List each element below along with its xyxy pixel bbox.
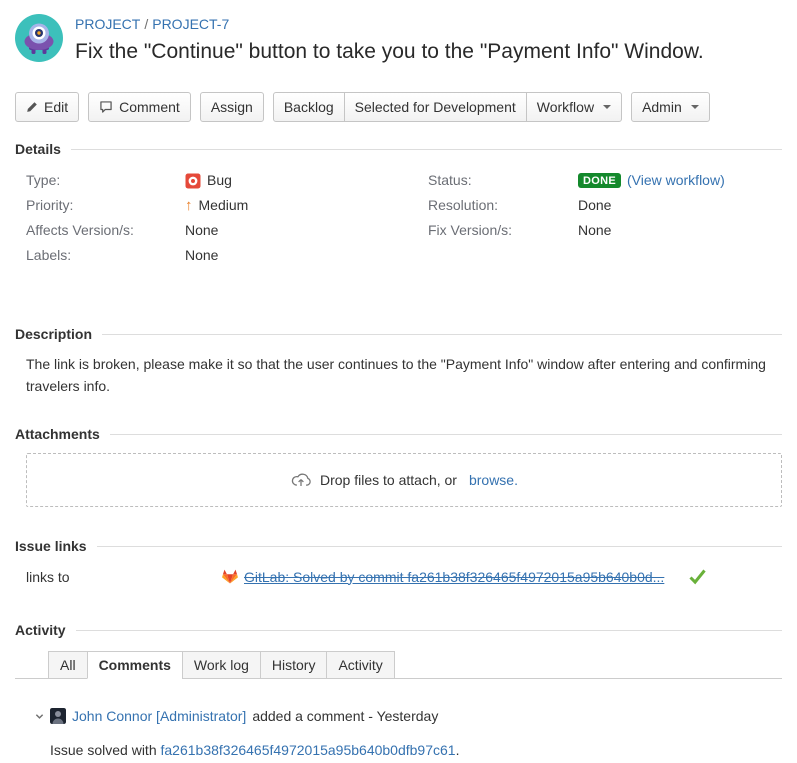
project-avatar: [15, 14, 63, 62]
edit-button[interactable]: Edit: [15, 92, 79, 122]
heading-rule: [102, 334, 782, 335]
comment-item: John Connor [Administrator] added a comm…: [35, 707, 782, 760]
issue-links-heading: Issue links: [15, 538, 782, 554]
comment-button-label: Comment: [119, 99, 180, 115]
selected-for-development-label: Selected for Development: [355, 99, 516, 115]
issue-link-row: links to GitLab: Solved by commit fa261b…: [26, 568, 782, 585]
comment-body: Issue solved with fa261b38f326465f497201…: [50, 740, 782, 760]
comment-header: John Connor [Administrator] added a comm…: [35, 707, 782, 725]
collapse-chevron-icon[interactable]: [35, 712, 44, 721]
selected-for-development-button[interactable]: Selected for Development: [344, 92, 527, 122]
description-text: The link is broken, please make it so th…: [26, 353, 778, 397]
workflow-button-group: Backlog Selected for Development Workflo…: [273, 92, 622, 122]
tab-history[interactable]: History: [260, 651, 328, 679]
status-label: Status:: [428, 168, 578, 193]
detail-row-affects-version: Affects Version/s: None: [26, 218, 428, 243]
breadcrumb-separator: /: [144, 16, 148, 32]
page-title: Fix the "Continue" button to take you to…: [75, 38, 704, 66]
resolution-label: Resolution:: [428, 193, 578, 218]
comment-text-suffix: .: [456, 742, 460, 758]
details-module: Details Type: Bug Priority: ↑ Medium Aff…: [15, 141, 782, 268]
labels-value: None: [185, 243, 218, 268]
dropzone-text: Drop files to attach, or: [320, 472, 457, 488]
browse-link[interactable]: browse.: [469, 472, 518, 488]
description-heading: Description: [15, 326, 782, 342]
heading-rule: [110, 434, 782, 435]
upload-cloud-icon: [290, 469, 312, 491]
detail-row-status: Status: DONE (View workflow): [428, 168, 782, 193]
attachments-module: Attachments Drop files to attach, or bro…: [15, 426, 782, 507]
affects-version-label: Affects Version/s:: [26, 218, 185, 243]
details-heading: Details: [15, 141, 782, 157]
gitlab-commit-link[interactable]: GitLab: Solved by commit fa261b38f326465…: [244, 569, 664, 585]
edit-button-label: Edit: [44, 99, 68, 115]
heading-rule: [71, 149, 782, 150]
bug-icon: [185, 173, 201, 189]
gitlab-icon: [222, 569, 238, 584]
comment-author-link[interactable]: John Connor [Administrator]: [72, 707, 246, 725]
activity-heading: Activity: [15, 622, 782, 638]
breadcrumb-project-link[interactable]: PROJECT: [75, 16, 140, 32]
issue-header: PROJECT/PROJECT-7 Fix the "Continue" but…: [15, 14, 782, 66]
view-workflow-link[interactable]: (View workflow): [627, 168, 725, 193]
attachments-heading: Attachments: [15, 426, 782, 442]
heading-rule: [76, 630, 782, 631]
admin-dropdown-button[interactable]: Admin: [631, 92, 710, 122]
detail-row-type: Type: Bug: [26, 168, 428, 193]
type-value: Bug: [207, 168, 232, 193]
tab-work-log[interactable]: Work log: [182, 651, 261, 679]
issue-links-module: Issue links links to GitLab: Solved by c…: [15, 538, 782, 585]
heading-rule: [97, 546, 782, 547]
admin-button-label: Admin: [642, 99, 682, 115]
attachment-dropzone[interactable]: Drop files to attach, or browse.: [26, 453, 782, 507]
commit-hash-link[interactable]: fa261b38f326465f4972015a95b640b0dfb97c61: [161, 742, 456, 758]
detail-row-fix-version: Fix Version/s: None: [428, 218, 782, 243]
fix-version-label: Fix Version/s:: [428, 218, 578, 243]
priority-value: Medium: [199, 193, 249, 218]
priority-label: Priority:: [26, 193, 185, 218]
tab-all[interactable]: All: [48, 651, 88, 679]
pencil-icon: [26, 101, 38, 113]
labels-label: Labels:: [26, 243, 185, 268]
backlog-button-label: Backlog: [284, 99, 334, 115]
backlog-button[interactable]: Backlog: [273, 92, 345, 122]
comment-text-prefix: Issue solved with: [50, 742, 157, 758]
assign-button-label: Assign: [211, 99, 253, 115]
workflow-dropdown-button[interactable]: Workflow: [526, 92, 622, 122]
tab-comments[interactable]: Comments: [87, 651, 183, 679]
detail-row-labels: Labels: None: [26, 243, 428, 268]
detail-row-resolution: Resolution: Done: [428, 193, 782, 218]
type-label: Type:: [26, 168, 185, 193]
issue-link-relation: links to: [26, 569, 222, 585]
affects-version-value: None: [185, 218, 218, 243]
breadcrumb-issue-link[interactable]: PROJECT-7: [152, 16, 229, 32]
comment-button[interactable]: Comment: [88, 92, 191, 122]
chevron-down-icon: [691, 105, 699, 109]
tab-activity[interactable]: Activity: [326, 651, 394, 679]
user-avatar: [50, 708, 66, 724]
toolbar: Edit Comment Assign Backlog Selected for…: [15, 92, 782, 122]
detail-row-priority: Priority: ↑ Medium: [26, 193, 428, 218]
status-badge: DONE: [578, 173, 621, 188]
chevron-down-icon: [603, 105, 611, 109]
comment-action-text: added a comment - Yesterday: [252, 707, 438, 725]
assign-button[interactable]: Assign: [200, 92, 264, 122]
fix-version-value: None: [578, 218, 611, 243]
comment-bubble-icon: [99, 100, 113, 114]
breadcrumb: PROJECT/PROJECT-7: [75, 15, 704, 33]
activity-tabs: All Comments Work log History Activity: [15, 651, 782, 679]
resolved-check-icon: [688, 568, 707, 585]
workflow-button-label: Workflow: [537, 99, 594, 115]
priority-medium-icon: ↑: [185, 193, 193, 218]
resolution-value: Done: [578, 193, 611, 218]
activity-module: Activity All Comments Work log History A…: [15, 622, 782, 760]
description-module: Description The link is broken, please m…: [15, 326, 782, 397]
